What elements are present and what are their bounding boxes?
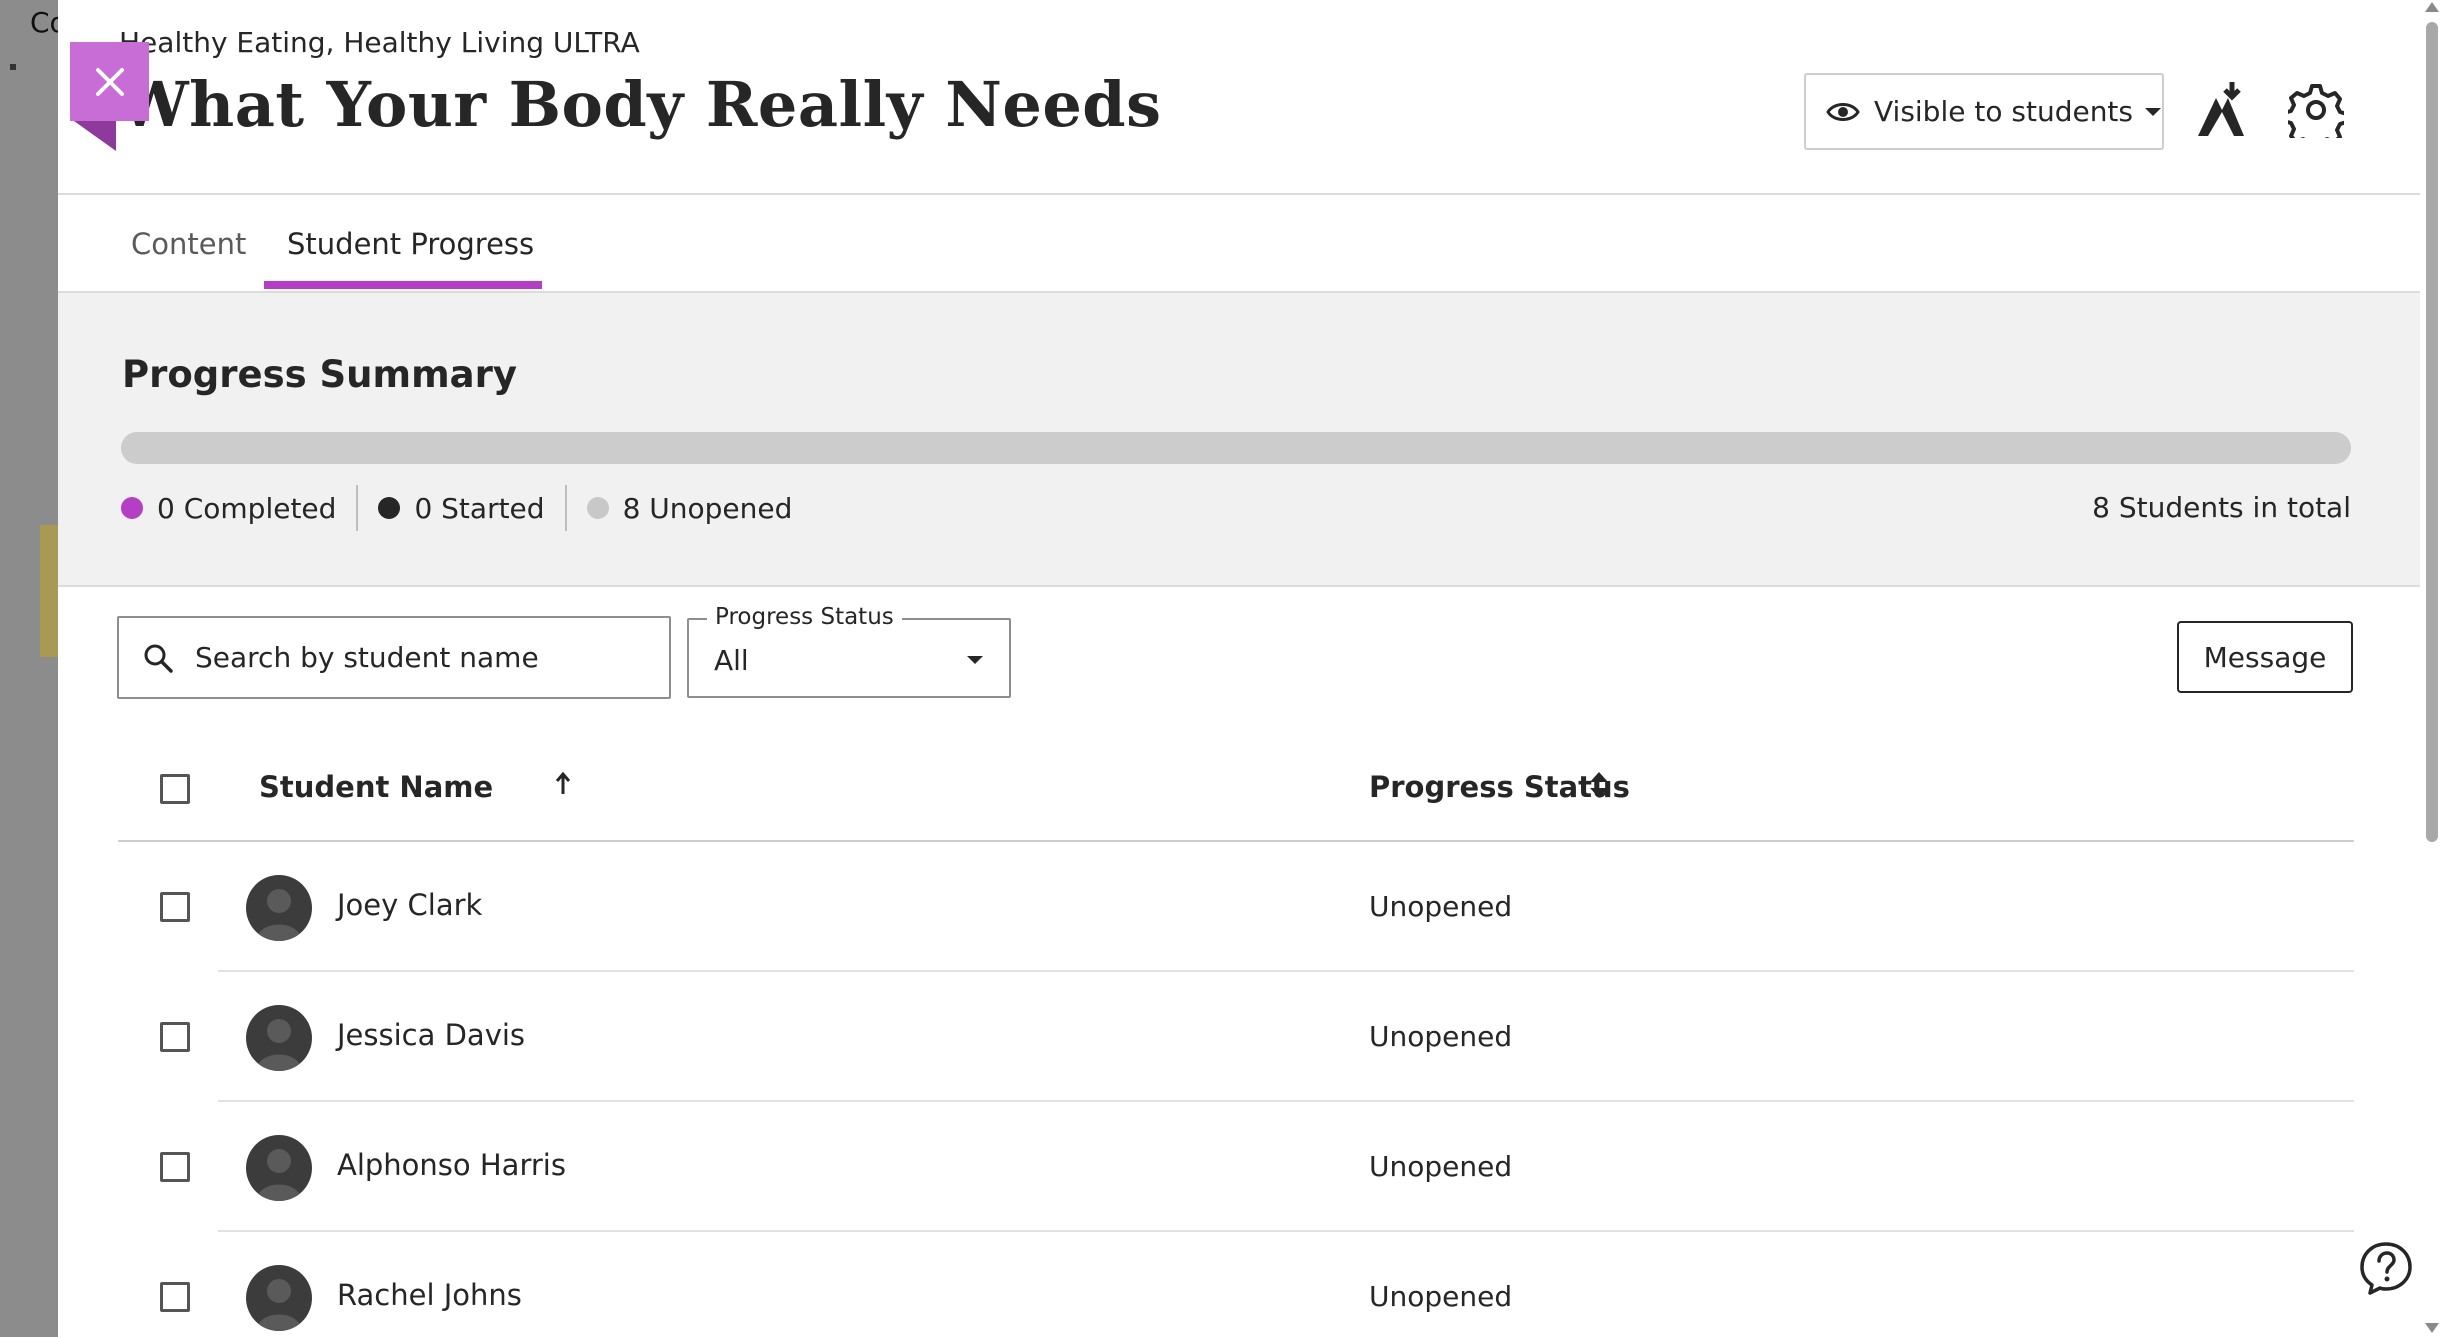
student-name[interactable]: Jessica Davis: [337, 1018, 525, 1052]
unopened-dot: [586, 497, 609, 519]
student-status: Unopened: [1369, 1150, 1513, 1183]
student-status: Unopened: [1369, 890, 1513, 923]
progress-summary: Progress Summary 0 Completed 0 Started 8…: [58, 293, 2420, 587]
eye-icon: [1826, 102, 1860, 121]
background-course-page: Co: [0, 0, 67, 1337]
students-total: 8 Students in total: [2092, 491, 2351, 524]
column-header-student-name[interactable]: Student Name: [259, 770, 493, 804]
table-row: Rachel Johns Unopened: [118, 1232, 2354, 1337]
legend-started: 0 Started: [356, 485, 564, 531]
active-tab-indicator: [264, 281, 542, 289]
search-input[interactable]: [195, 641, 635, 674]
table-row: Jessica Davis Unopened: [118, 972, 2354, 1102]
student-name[interactable]: Alphonso Harris: [337, 1148, 566, 1182]
close-icon: [95, 67, 124, 96]
close-panel-button[interactable]: [70, 42, 149, 121]
started-dot: [378, 497, 401, 519]
scroll-thumb[interactable]: [2426, 22, 2438, 842]
close-button-flag: [74, 121, 116, 151]
row-checkbox[interactable]: [160, 892, 190, 922]
vertical-scrollbar[interactable]: [2420, 0, 2444, 1337]
row-checkbox[interactable]: [160, 1152, 190, 1182]
student-search[interactable]: [117, 616, 671, 699]
page-title: What Your Body Really Needs: [119, 68, 1162, 141]
progress-status-filter[interactable]: Progress Status All: [687, 604, 1011, 698]
sort-ascending-icon[interactable]: [553, 770, 573, 800]
ally-download-icon[interactable]: [2192, 82, 2250, 140]
panel-header: Healthy Eating, Healthy Living ULTRA Wha…: [58, 0, 2420, 195]
chevron-down-icon: [967, 656, 983, 664]
avatar: [246, 1005, 312, 1071]
avatar: [246, 1265, 312, 1331]
student-status: Unopened: [1369, 1280, 1513, 1313]
avatar: [246, 875, 312, 941]
row-checkbox[interactable]: [160, 1282, 190, 1312]
table-header: Student Name Progress Status: [118, 740, 2354, 842]
row-checkbox[interactable]: [160, 1022, 190, 1052]
legend-completed-label: 0 Completed: [157, 491, 337, 525]
search-icon: [144, 644, 173, 673]
table-row: Joey Clark Unopened: [118, 842, 2354, 972]
student-progress-panel: Healthy Eating, Healthy Living ULTRA Wha…: [58, 0, 2420, 1337]
select-all-checkbox[interactable]: [160, 774, 190, 804]
summary-heading: Progress Summary: [122, 353, 517, 396]
visibility-label: Visible to students: [1874, 95, 2133, 128]
legend-unopened: 8 Unopened: [564, 485, 813, 531]
progress-legend: 0 Completed 0 Started 8 Unopened: [121, 483, 812, 533]
student-name[interactable]: Rachel Johns: [337, 1278, 522, 1312]
help-icon[interactable]: [2358, 1240, 2414, 1296]
avatar: [246, 1135, 312, 1201]
scroll-up-arrow-icon[interactable]: [2425, 2, 2439, 12]
chevron-down-icon: [2145, 107, 2161, 116]
gear-icon[interactable]: [2282, 82, 2349, 151]
table-row: Alphonso Harris Unopened: [118, 1102, 2354, 1232]
visibility-dropdown-button[interactable]: Visible to students: [1804, 73, 2164, 150]
student-progress-table: Student Name Progress Status Joey Clark …: [118, 740, 2354, 1337]
legend-started-label: 0 Started: [414, 491, 545, 525]
background-marker: [10, 64, 16, 70]
sort-toggle-icon[interactable]: [1588, 770, 1610, 804]
completed-dot: [121, 497, 143, 519]
progress-bar: [121, 432, 2351, 464]
student-status: Unopened: [1369, 1020, 1513, 1053]
panel-tabs: Content Student Progress: [58, 195, 2420, 293]
progress-status-filter-label: Progress Status: [707, 604, 902, 630]
legend-completed: 0 Completed: [121, 485, 356, 531]
legend-unopened-label: 8 Unopened: [622, 491, 793, 525]
course-name: Healthy Eating, Healthy Living ULTRA: [119, 26, 640, 59]
message-button[interactable]: Message: [2177, 621, 2353, 693]
student-name[interactable]: Joey Clark: [337, 888, 482, 922]
tab-content[interactable]: Content: [131, 227, 246, 261]
tab-student-progress[interactable]: Student Progress: [287, 227, 534, 261]
progress-status-filter-value: All: [714, 644, 749, 677]
scroll-down-arrow-icon[interactable]: [2425, 1323, 2439, 1333]
